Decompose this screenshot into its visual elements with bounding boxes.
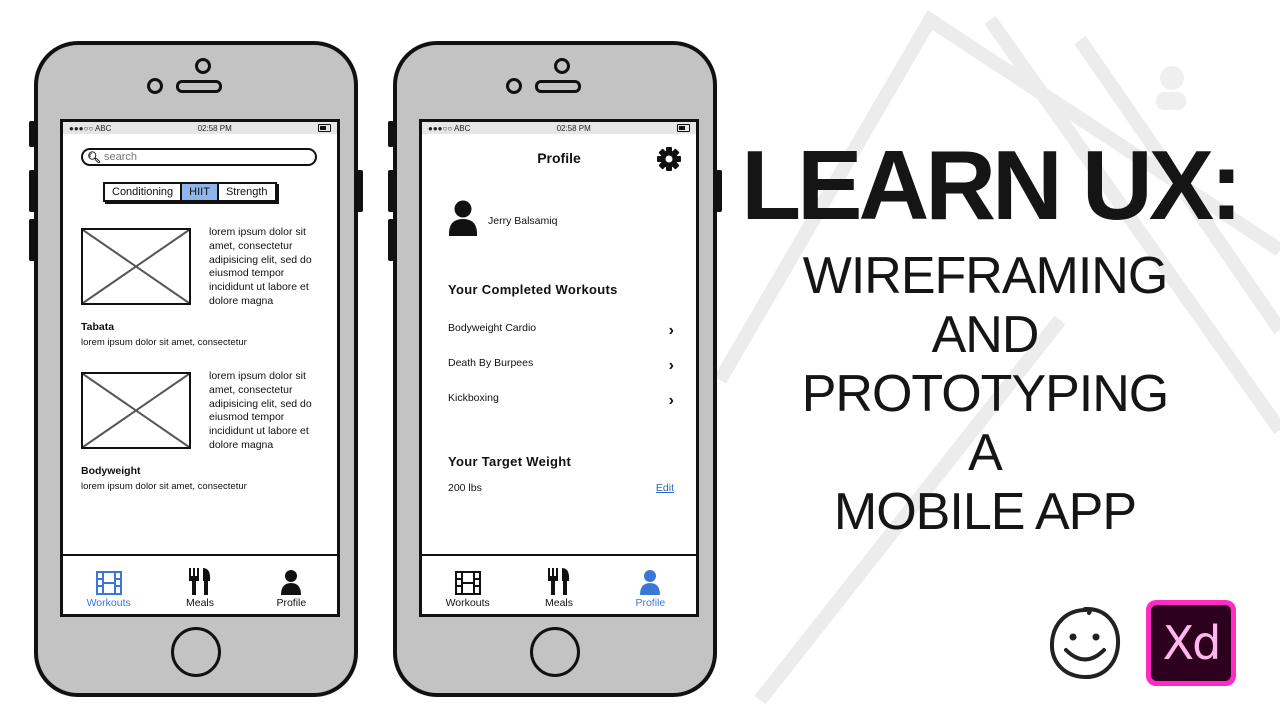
user-profile-row: Jerry Balsamiq — [448, 200, 557, 241]
tab-workouts[interactable]: Workouts — [422, 556, 513, 614]
screen: ●●●○○ ABC 02:58 PM Profile Jerry Balsami… — [419, 119, 699, 617]
image-placeholder — [81, 372, 191, 449]
tab-label: Meals — [185, 597, 214, 609]
power-button — [357, 170, 363, 212]
tab-profile[interactable]: Profile — [246, 556, 337, 614]
tab-profile[interactable]: Profile — [605, 556, 696, 614]
segment-conditioning[interactable]: Conditioning — [105, 184, 183, 200]
tab-bar: Workouts Meals Profile — [63, 554, 337, 614]
subtitle-line: WIREFRAMING — [802, 247, 1169, 305]
completed-workouts-heading: Your Completed Workouts — [448, 282, 618, 297]
volume-up-button — [388, 170, 394, 212]
card-description: lorem ipsum dolor sit amet, consectetur … — [209, 370, 312, 451]
tab-label: Workouts — [445, 597, 490, 609]
clock: 02:58 PM — [197, 123, 232, 133]
tab-meals[interactable]: Meals — [513, 556, 604, 614]
avatar — [448, 200, 478, 241]
segment-hiit[interactable]: HIIT — [182, 184, 219, 200]
card-description: lorem ipsum dolor sit amet, consectetur … — [209, 226, 312, 307]
mute-switch — [29, 121, 35, 147]
category-segmented-control: Conditioning HIIT Strength — [103, 182, 277, 202]
workout-name: Kickboxing — [448, 392, 499, 404]
user-icon — [639, 567, 661, 595]
tab-label: Workouts — [86, 597, 131, 609]
home-button[interactable] — [171, 627, 221, 677]
chevron-right-icon: › — [668, 392, 674, 409]
card-title: Tabata — [81, 321, 115, 333]
gear-icon[interactable] — [656, 146, 682, 177]
tab-label: Profile — [276, 597, 307, 609]
phone-mockup-profile: ●●●○○ ABC 02:58 PM Profile Jerry Balsami… — [388, 41, 722, 697]
workout-card[interactable]: lorem ipsum dolor sit amet, consectetur … — [81, 370, 331, 502]
film-icon — [95, 567, 122, 595]
workout-card[interactable]: lorem ipsum dolor sit amet, consectetur … — [81, 226, 331, 358]
segment-strength[interactable]: Strength — [218, 184, 275, 200]
fork-knife-icon — [547, 567, 571, 595]
subtitle-line: MOBILE APP — [833, 483, 1137, 541]
chevron-right-icon: › — [668, 357, 674, 374]
status-bar: ●●●○○ ABC 02:58 PM — [63, 122, 337, 134]
headline-subtitle: WIREFRAMING AND PROTOTYPING A MOBILE APP — [740, 247, 1230, 542]
card-title: Bodyweight — [81, 465, 141, 477]
volume-down-button — [29, 219, 35, 261]
workout-name: Bodyweight Cardio — [448, 322, 537, 334]
card-subtitle: lorem ipsum dolor sit amet, consectetur — [81, 337, 247, 348]
status-bar: ●●●○○ ABC 02:58 PM — [422, 122, 696, 134]
balsamiq-smiley-logo — [1045, 603, 1125, 688]
home-button[interactable] — [530, 627, 580, 677]
tab-label: Profile — [635, 597, 666, 609]
earpiece-speaker — [535, 80, 581, 93]
chevron-right-icon: › — [668, 322, 674, 339]
list-item[interactable]: Death By Burpees › — [448, 351, 674, 375]
tab-workouts[interactable]: Workouts — [63, 556, 154, 614]
xd-logo-text: Xd — [1151, 605, 1231, 681]
screen: ●●●○○ ABC 02:58 PM 🔍︎ search Conditionin… — [60, 119, 340, 617]
volume-up-button — [29, 170, 35, 212]
adobe-xd-logo: Xd — [1146, 600, 1236, 686]
workout-name: Death By Burpees — [448, 357, 534, 369]
search-input[interactable]: 🔍︎ search — [81, 148, 317, 166]
fork-knife-icon — [188, 567, 212, 595]
volume-down-button — [388, 219, 394, 261]
power-button — [716, 170, 722, 212]
mute-switch — [388, 121, 394, 147]
subtitle-line: PROTOTYPING — [801, 365, 1170, 423]
target-weight-heading: Your Target Weight — [448, 454, 572, 469]
edit-link[interactable]: Edit — [656, 482, 674, 494]
tab-bar: Workouts Meals Profile — [422, 554, 696, 614]
front-camera — [506, 78, 522, 94]
subtitle-line: A — [968, 424, 1003, 482]
front-sensor — [554, 58, 570, 74]
carrier-signal: ●●●○○ ABC — [428, 123, 471, 133]
front-camera — [147, 78, 163, 94]
card-subtitle: lorem ipsum dolor sit amet, consectetur — [81, 481, 247, 492]
carrier-signal: ●●●○○ ABC — [69, 123, 112, 133]
tab-label: Meals — [544, 597, 573, 609]
search-placeholder: search — [103, 151, 137, 163]
target-weight-row: 200 lbs Edit — [448, 482, 674, 494]
earpiece-speaker — [176, 80, 222, 93]
subtitle-line: AND — [931, 306, 1040, 364]
front-sensor — [195, 58, 211, 74]
search-icon: 🔍︎ — [87, 151, 101, 164]
film-icon — [454, 567, 481, 595]
list-item[interactable]: Kickboxing › — [448, 386, 674, 410]
battery-icon — [676, 124, 690, 132]
phone-mockup-workouts: ●●●○○ ABC 02:58 PM 🔍︎ search Conditionin… — [29, 41, 363, 697]
list-item[interactable]: Bodyweight Cardio › — [448, 316, 674, 340]
user-icon — [280, 567, 302, 595]
image-placeholder — [81, 228, 191, 305]
page-title: Profile — [537, 150, 581, 166]
clock: 02:58 PM — [556, 123, 591, 133]
user-name: Jerry Balsamiq — [488, 214, 558, 227]
battery-icon — [317, 124, 331, 132]
target-weight-value: 200 lbs — [448, 482, 482, 494]
headline-title: LEARN UX: — [741, 130, 1243, 240]
tab-meals[interactable]: Meals — [154, 556, 245, 614]
